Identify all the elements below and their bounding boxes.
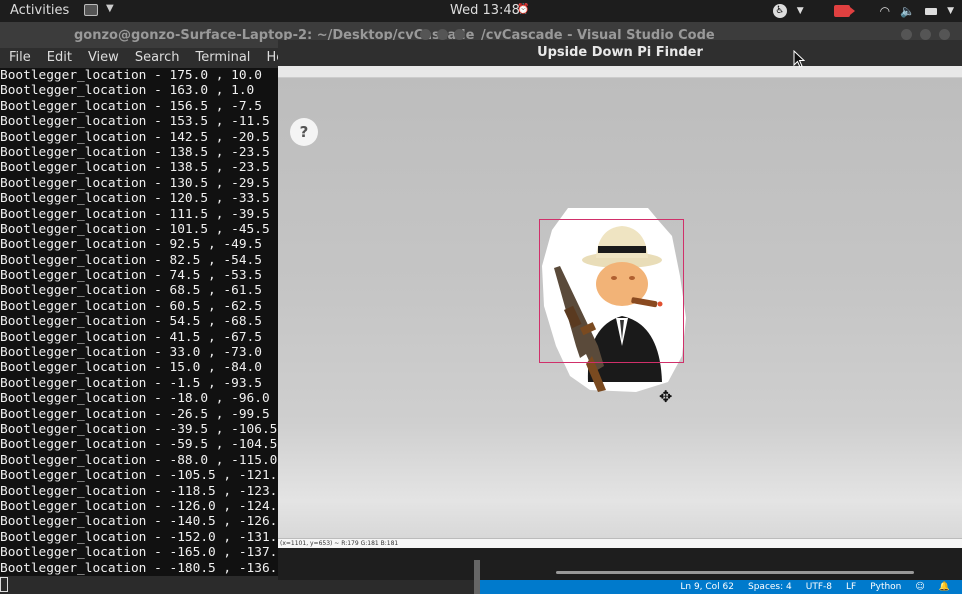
accessibility-icon[interactable]: ♿ bbox=[772, 4, 787, 18]
terminal-line: Bootlegger_location - 138.5 , -23.5 bbox=[0, 144, 270, 160]
bell-icon[interactable]: 🔔 bbox=[939, 582, 950, 592]
pixel-info-status: (x=1101, y=653) ~ R:179 G:181 B:181 bbox=[278, 538, 962, 548]
terminal-line: Bootlegger_location - 60.5 , -62.5 bbox=[0, 298, 262, 314]
horizontal-scrollbar[interactable] bbox=[556, 571, 914, 574]
move-cursor-icon: ✥ bbox=[659, 387, 673, 406]
camera-frame[interactable]: ? ✥ bbox=[278, 78, 962, 574]
terminal-line: Bootlegger_location - 33.0 , -73.0 bbox=[0, 345, 262, 361]
line-ending[interactable]: LF bbox=[846, 582, 856, 592]
top-bar: Activities ▼ Wed 13:48 ⏰ ♿ ▼ ◠ 🔈 ▼ bbox=[0, 0, 962, 22]
language-mode[interactable]: Python bbox=[870, 582, 901, 592]
chevron-down-icon[interactable]: ▼ bbox=[106, 3, 114, 14]
window-control-icon[interactable] bbox=[939, 29, 950, 40]
opencv-window: Upside Down Pi Finder ? ✥ (x=1101, y=653… bbox=[278, 40, 962, 574]
screen-recording-icon[interactable] bbox=[833, 5, 855, 17]
terminal-output[interactable]: Bootlegger_location - 175.0 , 10.0 Bootle… bbox=[0, 68, 285, 576]
clock[interactable]: Wed 13:48 bbox=[450, 3, 520, 18]
menu-edit[interactable]: Edit bbox=[47, 48, 72, 68]
terminal-line: Bootlegger_location - 92.5 , -49.5 bbox=[0, 237, 262, 253]
encoding[interactable]: UTF-8 bbox=[806, 582, 832, 592]
alarm-icon: ⏰ bbox=[517, 4, 530, 15]
terminal-line: Bootlegger_location - 156.5 , -7.5 bbox=[0, 98, 262, 114]
battery-icon[interactable] bbox=[925, 7, 938, 15]
wifi-icon[interactable]: ◠ bbox=[880, 4, 890, 18]
window-control-icon[interactable] bbox=[920, 29, 931, 40]
window-switcher-icon[interactable] bbox=[84, 4, 98, 16]
terminal-line: Bootlegger_location - -118.5 , -123. bbox=[0, 483, 278, 499]
window-control-icon[interactable] bbox=[420, 29, 431, 40]
opencv-toolbar bbox=[278, 66, 962, 78]
terminal-cursor bbox=[0, 577, 8, 592]
chevron-down-icon[interactable]: ▼ bbox=[947, 6, 954, 16]
terminal-line: Bootlegger_location - 41.5 , -67.5 bbox=[0, 329, 262, 345]
terminal-line: Bootlegger_location - 142.5 , -20.5 bbox=[0, 129, 270, 145]
terminal-line: Bootlegger_location - 74.5 , -53.5 bbox=[0, 268, 262, 284]
menu-search[interactable]: Search bbox=[135, 48, 180, 68]
terminal-line: Bootlegger_location - 15.0 , -84.0 bbox=[0, 360, 262, 376]
terminal-window-controls[interactable] bbox=[420, 29, 465, 40]
terminal-line: Bootlegger_location - -165.0 , -137.0 bbox=[0, 545, 285, 561]
volume-icon[interactable]: 🔈 bbox=[900, 4, 915, 18]
help-button[interactable]: ? bbox=[290, 118, 318, 146]
indentation[interactable]: Spaces: 4 bbox=[748, 582, 792, 592]
terminal-line: Bootlegger_location - -18.0 , -96.0 bbox=[0, 391, 270, 407]
desktop: { "topbar": { "activities": "Activities"… bbox=[0, 0, 962, 594]
terminal-line: Bootlegger_location - 138.5 , -23.5 bbox=[0, 160, 270, 176]
menu-file[interactable]: File bbox=[9, 48, 31, 68]
terminal-line: Bootlegger_location - -105.5 , -121. bbox=[0, 468, 278, 484]
window-control-icon[interactable] bbox=[901, 29, 912, 40]
terminal-line: Bootlegger_location - 82.5 , -54.5 bbox=[0, 252, 262, 268]
terminal-line: Bootlegger_location - 111.5 , -39.5 bbox=[0, 206, 270, 222]
terminal-line: Bootlegger_location - -152.0 , -131. bbox=[0, 529, 278, 545]
vscode-window-controls[interactable] bbox=[901, 29, 950, 40]
terminal-line: Bootlegger_location - -126.0 , -124. bbox=[0, 498, 278, 514]
vscode-status-bar: Ln 9, Col 62 Spaces: 4 UTF-8 LF Python ☺… bbox=[480, 580, 962, 594]
terminal-line: Bootlegger_location - -59.5 , -104.5 bbox=[0, 437, 278, 453]
terminal-line: Bootlegger_location - -88.0 , -115.0 bbox=[0, 452, 278, 468]
system-tray[interactable]: ♿ ▼ ◠ 🔈 ▼ bbox=[772, 2, 954, 20]
terminal-line: Bootlegger_location - -39.5 , -106.5 bbox=[0, 421, 278, 437]
window-control-icon[interactable] bbox=[454, 29, 465, 40]
vscode-panel bbox=[278, 548, 962, 580]
terminal-line: Bootlegger_location - -180.5 , -136.5 bbox=[0, 560, 285, 576]
terminal-line: Bootlegger_location - -1.5 , -93.5 bbox=[0, 375, 262, 391]
menu-terminal[interactable]: Terminal bbox=[195, 48, 250, 68]
terminal-line: Bootlegger_location - 153.5 , -11.5 bbox=[0, 114, 270, 130]
cursor-position[interactable]: Ln 9, Col 62 bbox=[680, 582, 734, 592]
terminal-line: Bootlegger_location - -26.5 , -99.5 bbox=[0, 406, 270, 422]
activities-button[interactable]: Activities bbox=[10, 3, 69, 18]
menu-view[interactable]: View bbox=[88, 48, 119, 68]
terminal-line: Bootlegger_location - -140.5 , -126. bbox=[0, 514, 278, 530]
opencv-window-title[interactable]: Upside Down Pi Finder bbox=[278, 40, 962, 66]
terminal-line: Bootlegger_location - 54.5 , -68.5 bbox=[0, 314, 262, 330]
terminal-line: Bootlegger_location - 163.0 , 1.0 bbox=[0, 83, 255, 99]
terminal-line: Bootlegger_location - 68.5 , -61.5 bbox=[0, 283, 262, 299]
chevron-down-icon[interactable]: ▼ bbox=[797, 6, 804, 16]
feedback-icon[interactable]: ☺ bbox=[915, 582, 924, 592]
terminal-line: Bootlegger_location - 120.5 , -33.5 bbox=[0, 191, 270, 207]
window-control-icon[interactable] bbox=[437, 29, 448, 40]
detection-bounding-box bbox=[539, 219, 684, 363]
mouse-pointer-icon bbox=[793, 50, 805, 68]
terminal-line: Bootlegger_location - 130.5 , -29.5 bbox=[0, 175, 270, 191]
terminal-line: Bootlegger_location - 101.5 , -45.5 bbox=[0, 221, 270, 237]
terminal-line: Bootlegger_location - 175.0 , 10.0 bbox=[0, 68, 262, 83]
terminal-menubar: File Edit View Search Terminal Help bbox=[0, 48, 296, 68]
